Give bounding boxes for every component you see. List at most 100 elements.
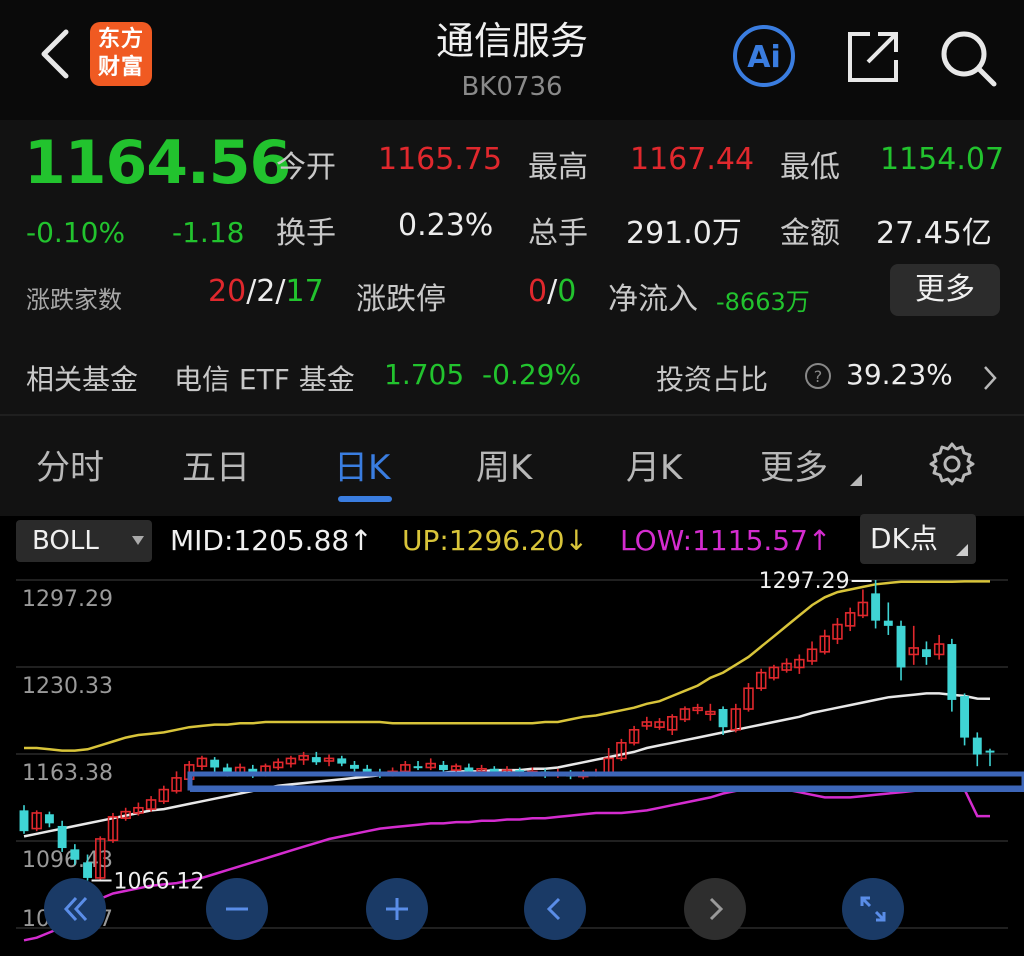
last-price: 1164.56 xyxy=(24,128,291,198)
top-bar: 东方 财富 通信服务 BK0736 Ai xyxy=(0,0,1024,120)
fund-name: 电信 ETF 基金 xyxy=(174,363,355,396)
share-icon[interactable] xyxy=(844,26,904,86)
indicator-name: BOLL xyxy=(32,526,99,556)
low-band-value: LOW:1115.57↑ xyxy=(620,520,831,562)
volume-value: 291.0万 xyxy=(626,216,742,251)
candle-body xyxy=(985,750,995,753)
up-text: UP:1296.20 xyxy=(402,524,565,557)
candle-body xyxy=(57,825,67,849)
fund-label: 相关基金 xyxy=(26,363,139,396)
ratio-label: 投资占比 xyxy=(656,363,769,396)
fullscreen-button[interactable] xyxy=(842,878,904,940)
high-marker-label: 1297.29 xyxy=(759,569,850,594)
tab-more[interactable]: 更多 xyxy=(760,440,828,489)
expand-icon xyxy=(860,896,886,922)
change-value: -1.18 xyxy=(172,216,245,249)
low-band-text: LOW:1115.57 xyxy=(620,524,808,557)
y-tick-label: 1096.43 xyxy=(22,848,113,873)
netflow-label: 净流入 xyxy=(608,282,698,317)
open-value: 1165.75 xyxy=(378,142,503,177)
rewind-button[interactable] xyxy=(44,878,106,940)
svg-text:?: ? xyxy=(814,367,823,386)
y-tick-label: 1163.38 xyxy=(22,761,113,786)
up-value: UP:1296.20↓ xyxy=(402,520,588,562)
candle-body xyxy=(960,696,970,738)
tab-intraday[interactable]: 分时 xyxy=(36,440,104,489)
volume-label: 总手 xyxy=(528,216,588,251)
scroll-right-button[interactable] xyxy=(684,878,746,940)
low-band-arrow: ↑ xyxy=(807,524,832,557)
candle-body xyxy=(210,759,220,768)
limit-up: 0 xyxy=(528,274,548,309)
candle-body xyxy=(337,758,347,764)
breadth-up: 20 xyxy=(208,274,247,309)
indicator-select[interactable]: BOLL xyxy=(16,520,152,562)
candle-body xyxy=(44,814,54,824)
amount-value: 27.45亿 xyxy=(876,216,992,251)
candle-body xyxy=(896,625,906,668)
help-icon[interactable]: ? xyxy=(804,362,832,390)
breadth-sep-1: / xyxy=(246,274,257,309)
tab-monthly-k[interactable]: 月K xyxy=(626,440,682,489)
ai-label: Ai xyxy=(747,40,781,75)
dk-point-button[interactable]: DK点 xyxy=(860,514,976,564)
low-value: 1154.07 xyxy=(880,142,1005,177)
breadth-sep-2: / xyxy=(275,274,286,309)
mid-value: MID:1205.88↑ xyxy=(170,520,373,562)
app-root: 东方 财富 通信服务 BK0736 Ai 1164.56 -0.10% -1.1… xyxy=(0,0,1024,956)
low-label: 最低 xyxy=(780,150,840,185)
tab-daily-k[interactable]: 日K xyxy=(334,440,390,489)
search-icon[interactable] xyxy=(936,26,1000,90)
limit-down: 0 xyxy=(557,274,577,309)
chevron-right-icon xyxy=(709,897,724,921)
more-button[interactable]: 更多 xyxy=(890,264,1000,316)
chevron-left-icon xyxy=(546,897,561,921)
breadth-flat: 2 xyxy=(256,274,276,309)
zoom-in-button[interactable] xyxy=(366,878,428,940)
y-tick-label: 1230.33 xyxy=(22,674,113,699)
tab-weekly-k[interactable]: 周K xyxy=(476,440,532,489)
zoom-out-button[interactable] xyxy=(206,878,268,940)
turnover-value: 0.23% xyxy=(398,208,494,243)
high-label: 最高 xyxy=(528,150,588,185)
mid-text: MID:1205.88 xyxy=(170,524,350,557)
gear-icon[interactable] xyxy=(928,440,976,488)
mid-arrow: ↑ xyxy=(349,524,373,557)
candle-body xyxy=(83,862,93,878)
breadth-down: 17 xyxy=(285,274,324,309)
high-value: 1167.44 xyxy=(630,142,755,177)
ratio-value: 39.23% xyxy=(846,358,953,391)
active-tab-indicator xyxy=(338,496,392,502)
dropdown-corner-icon xyxy=(956,544,968,556)
candle-body xyxy=(19,810,29,832)
plus-icon xyxy=(386,898,408,920)
candle-body xyxy=(311,757,321,763)
candle-body xyxy=(972,737,982,755)
candle-body xyxy=(350,764,359,769)
related-fund-row[interactable]: 相关基金 电信 ETF 基金 1.705 -0.29% 投资占比 ? 39.23… xyxy=(0,348,1024,408)
amount-label: 金额 xyxy=(780,216,840,251)
tab-five-day[interactable]: 五日 xyxy=(182,440,250,489)
candle-body xyxy=(464,767,474,772)
candle-body xyxy=(413,766,423,769)
candle-body xyxy=(871,593,881,621)
candle-body xyxy=(947,644,957,700)
limit-values: 0/0 xyxy=(528,274,576,309)
upper-band-line xyxy=(24,580,990,752)
fund-change: -0.29% xyxy=(482,358,582,391)
scroll-left-button[interactable] xyxy=(524,878,586,940)
candle-body xyxy=(718,709,728,728)
selection-box-lower xyxy=(190,786,1024,792)
ai-assistant-icon[interactable]: Ai xyxy=(732,24,796,88)
candle-body xyxy=(921,649,931,658)
dropdown-arrow-icon xyxy=(132,536,144,545)
change-percent: -0.10% xyxy=(26,216,126,249)
open-label: 今开 xyxy=(276,150,336,185)
mid-band-line xyxy=(23,692,991,838)
candle-body xyxy=(438,764,448,771)
turnover-label: 换手 xyxy=(276,216,336,251)
breadth-values: 20/2/17 xyxy=(208,274,324,309)
limit-sep: / xyxy=(547,274,558,309)
breadth-label: 涨跌家数 xyxy=(26,286,122,314)
fund-price: 1.705 xyxy=(384,358,465,391)
